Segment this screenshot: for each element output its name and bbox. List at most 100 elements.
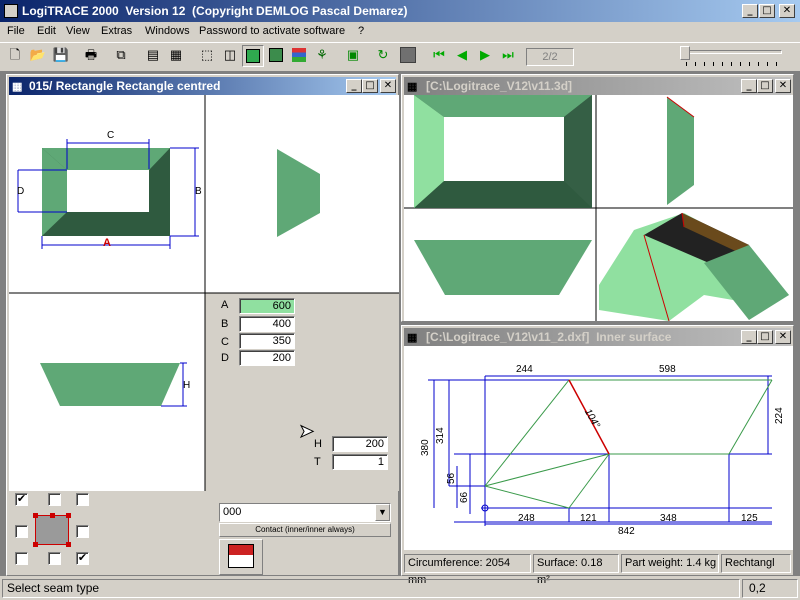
seam-shape-preview <box>33 513 71 547</box>
weight-readout: Part weight: 1.4 kg <box>621 554 719 573</box>
dxf-maximize-button[interactable]: □ <box>757 330 773 344</box>
dxf-dim-244: 244 <box>516 364 533 375</box>
stop-icon[interactable] <box>397 45 419 67</box>
grid-icon[interactable]: ▦ <box>165 45 187 67</box>
last-icon[interactable]: ⏭ <box>497 45 519 67</box>
dxf-window: ▦ [C:\Logitrace_V12\v11_2.dxf] Inner sur… <box>401 325 794 586</box>
view3d-maximize-button[interactable]: □ <box>757 79 773 93</box>
param-t-field[interactable]: 1 <box>332 454 388 470</box>
dim-a-label: A <box>103 237 111 249</box>
param-d-label: D <box>221 352 229 364</box>
seam-checkbox-mid-right[interactable] <box>76 525 89 538</box>
solid-cube-icon[interactable] <box>265 45 287 67</box>
menu-view[interactable]: View <box>63 22 93 40</box>
weld-tool-button[interactable] <box>219 539 263 575</box>
param-c-field[interactable]: 350 <box>239 333 295 349</box>
copy-icon[interactable]: ⧉ <box>110 45 132 67</box>
dxf-close-button[interactable]: ✕ <box>775 330 791 344</box>
view3d-title: [C:\Logitrace_V12\v11.3d] <box>426 79 573 93</box>
seam-type-combo[interactable]: 000 ▼ <box>219 503 391 522</box>
param-b-field[interactable]: 400 <box>239 316 295 332</box>
chevron-down-icon[interactable]: ▼ <box>375 504 390 521</box>
app-close-button[interactable]: ✕ <box>779 4 795 18</box>
seam-checkbox-bottom-left[interactable] <box>15 552 28 565</box>
print-icon[interactable]: 🖶 <box>80 45 102 67</box>
piece-maximize-button[interactable]: □ <box>362 79 378 93</box>
green-cube-icon[interactable] <box>242 45 264 67</box>
shape-type-readout: Rechtangl <box>721 554 791 573</box>
tree-icon[interactable]: ⚘ <box>311 45 333 67</box>
param-a-field[interactable]: 600 <box>239 298 295 314</box>
piece-close-button[interactable]: ✕ <box>380 79 396 93</box>
mouse-cursor-icon: ➤ <box>298 421 315 442</box>
status-bar: Select seam type 0,2 <box>0 578 800 600</box>
menu-bar: File Edit View Extras Windows Password t… <box>0 22 800 40</box>
wireframe-cube-icon[interactable]: ⬚ <box>196 45 218 67</box>
save-icon[interactable]: 💾 <box>50 45 72 67</box>
dxf-dim-121: 121 <box>580 513 597 524</box>
seam-checkbox-bottom-right[interactable]: ✔ <box>76 552 89 565</box>
rotate-icon[interactable]: ↻ <box>372 45 394 67</box>
param-t-label: T <box>314 456 321 468</box>
colors-icon[interactable] <box>288 45 310 67</box>
seam-checkbox-top-right[interactable] <box>76 493 89 506</box>
page-icon[interactable]: ▤ <box>142 45 164 67</box>
contact-button[interactable]: Contact (inner/inner always) <box>219 523 391 537</box>
param-c-label: C <box>221 336 229 348</box>
piece-window-title: 015/ Rectangle Rectangle centred <box>29 79 221 93</box>
weld-icon <box>228 544 254 568</box>
dim-b-label: B <box>195 186 202 197</box>
view3d-window: ▦ [C:\Logitrace_V12\v11.3d] _ □ ✕ <box>401 74 794 322</box>
dxf-dim-380: 380 <box>420 439 431 456</box>
view3d-close-button[interactable]: ✕ <box>775 79 791 93</box>
open-icon[interactable]: 📂 <box>27 45 49 67</box>
app-minimize-button[interactable]: _ <box>742 4 758 18</box>
contact-button-label: Contact (inner/inner always) <box>255 525 355 534</box>
view3d-titlebar: ▦ [C:\Logitrace_V12\v11.3d] _ □ ✕ <box>404 77 791 95</box>
param-h-field[interactable]: 200 <box>332 436 388 452</box>
app-title: LogiTRACE 2000 Version 12 (Copyright DEM… <box>22 4 408 18</box>
outline-cube-icon[interactable]: ◫ <box>219 45 241 67</box>
dxf-dim-248: 248 <box>518 513 535 524</box>
first-icon[interactable]: ⏮ <box>428 45 450 67</box>
menu-windows[interactable]: Windows <box>142 22 193 40</box>
dim-d-label: D <box>17 186 24 197</box>
dxf-dim-842: 842 <box>618 526 635 537</box>
seam-checkbox-top-mid[interactable] <box>48 493 61 506</box>
dxf-dim-66: 66 <box>459 491 470 503</box>
seam-checkbox-mid-left[interactable] <box>15 525 28 538</box>
dxf-dim-125: 125 <box>741 513 758 524</box>
menu-edit[interactable]: Edit <box>34 22 59 40</box>
dim-c-label: C <box>107 130 114 141</box>
status-message: Select seam type <box>2 579 740 598</box>
param-d-field[interactable]: 200 <box>239 350 295 366</box>
piece-window: ▦ 015/ Rectangle Rectangle centred _ □ ✕… <box>6 74 399 576</box>
new-icon[interactable]: 🗋 <box>4 45 26 67</box>
toolbar: 🗋 📂 💾 🖶 ⧉ ▤ ▦ ⬚ ◫ ⚘ ▣ ↻ ⏮ ◀ ▶ ⏭ 2/2 <box>0 42 800 72</box>
window-icon: ▦ <box>407 81 418 93</box>
dxf-dim-224: 224 <box>774 407 785 424</box>
piece-window-titlebar: ▦ 015/ Rectangle Rectangle centred _ □ ✕ <box>9 77 396 95</box>
menu-password[interactable]: Password to activate software <box>196 22 348 40</box>
param-h-label: H <box>314 438 322 450</box>
surface-readout: Surface: 0.18 m² <box>533 554 619 586</box>
menu-extras[interactable]: Extras <box>98 22 135 40</box>
app-titlebar: LogiTRACE 2000 Version 12 (Copyright DEM… <box>0 0 800 22</box>
menu-file[interactable]: File <box>4 22 28 40</box>
seam-checkbox-bottom-mid[interactable] <box>48 552 61 565</box>
dim-h-label: H <box>183 380 190 391</box>
dxf-minimize-button[interactable]: _ <box>741 330 757 344</box>
app-maximize-button[interactable]: □ <box>759 4 775 18</box>
dxf-title: [C:\Logitrace_V12\v11_2.dxf] Inner surfa… <box>426 330 672 344</box>
next-icon[interactable]: ▶ <box>474 45 496 67</box>
page-indicator: 2/2 <box>526 48 574 66</box>
previous-icon[interactable]: ◀ <box>451 45 473 67</box>
piece-minimize-button[interactable]: _ <box>346 79 362 93</box>
seam-checkbox-top-left[interactable]: ✔ <box>15 493 28 506</box>
view3d-minimize-button[interactable]: _ <box>741 79 757 93</box>
frame-icon[interactable]: ▣ <box>342 45 364 67</box>
zoom-slider[interactable] <box>680 46 784 68</box>
menu-help[interactable]: ? <box>355 22 367 40</box>
dxf-dim-314: 314 <box>435 427 446 444</box>
dxf-dim-56: 56 <box>446 472 457 484</box>
